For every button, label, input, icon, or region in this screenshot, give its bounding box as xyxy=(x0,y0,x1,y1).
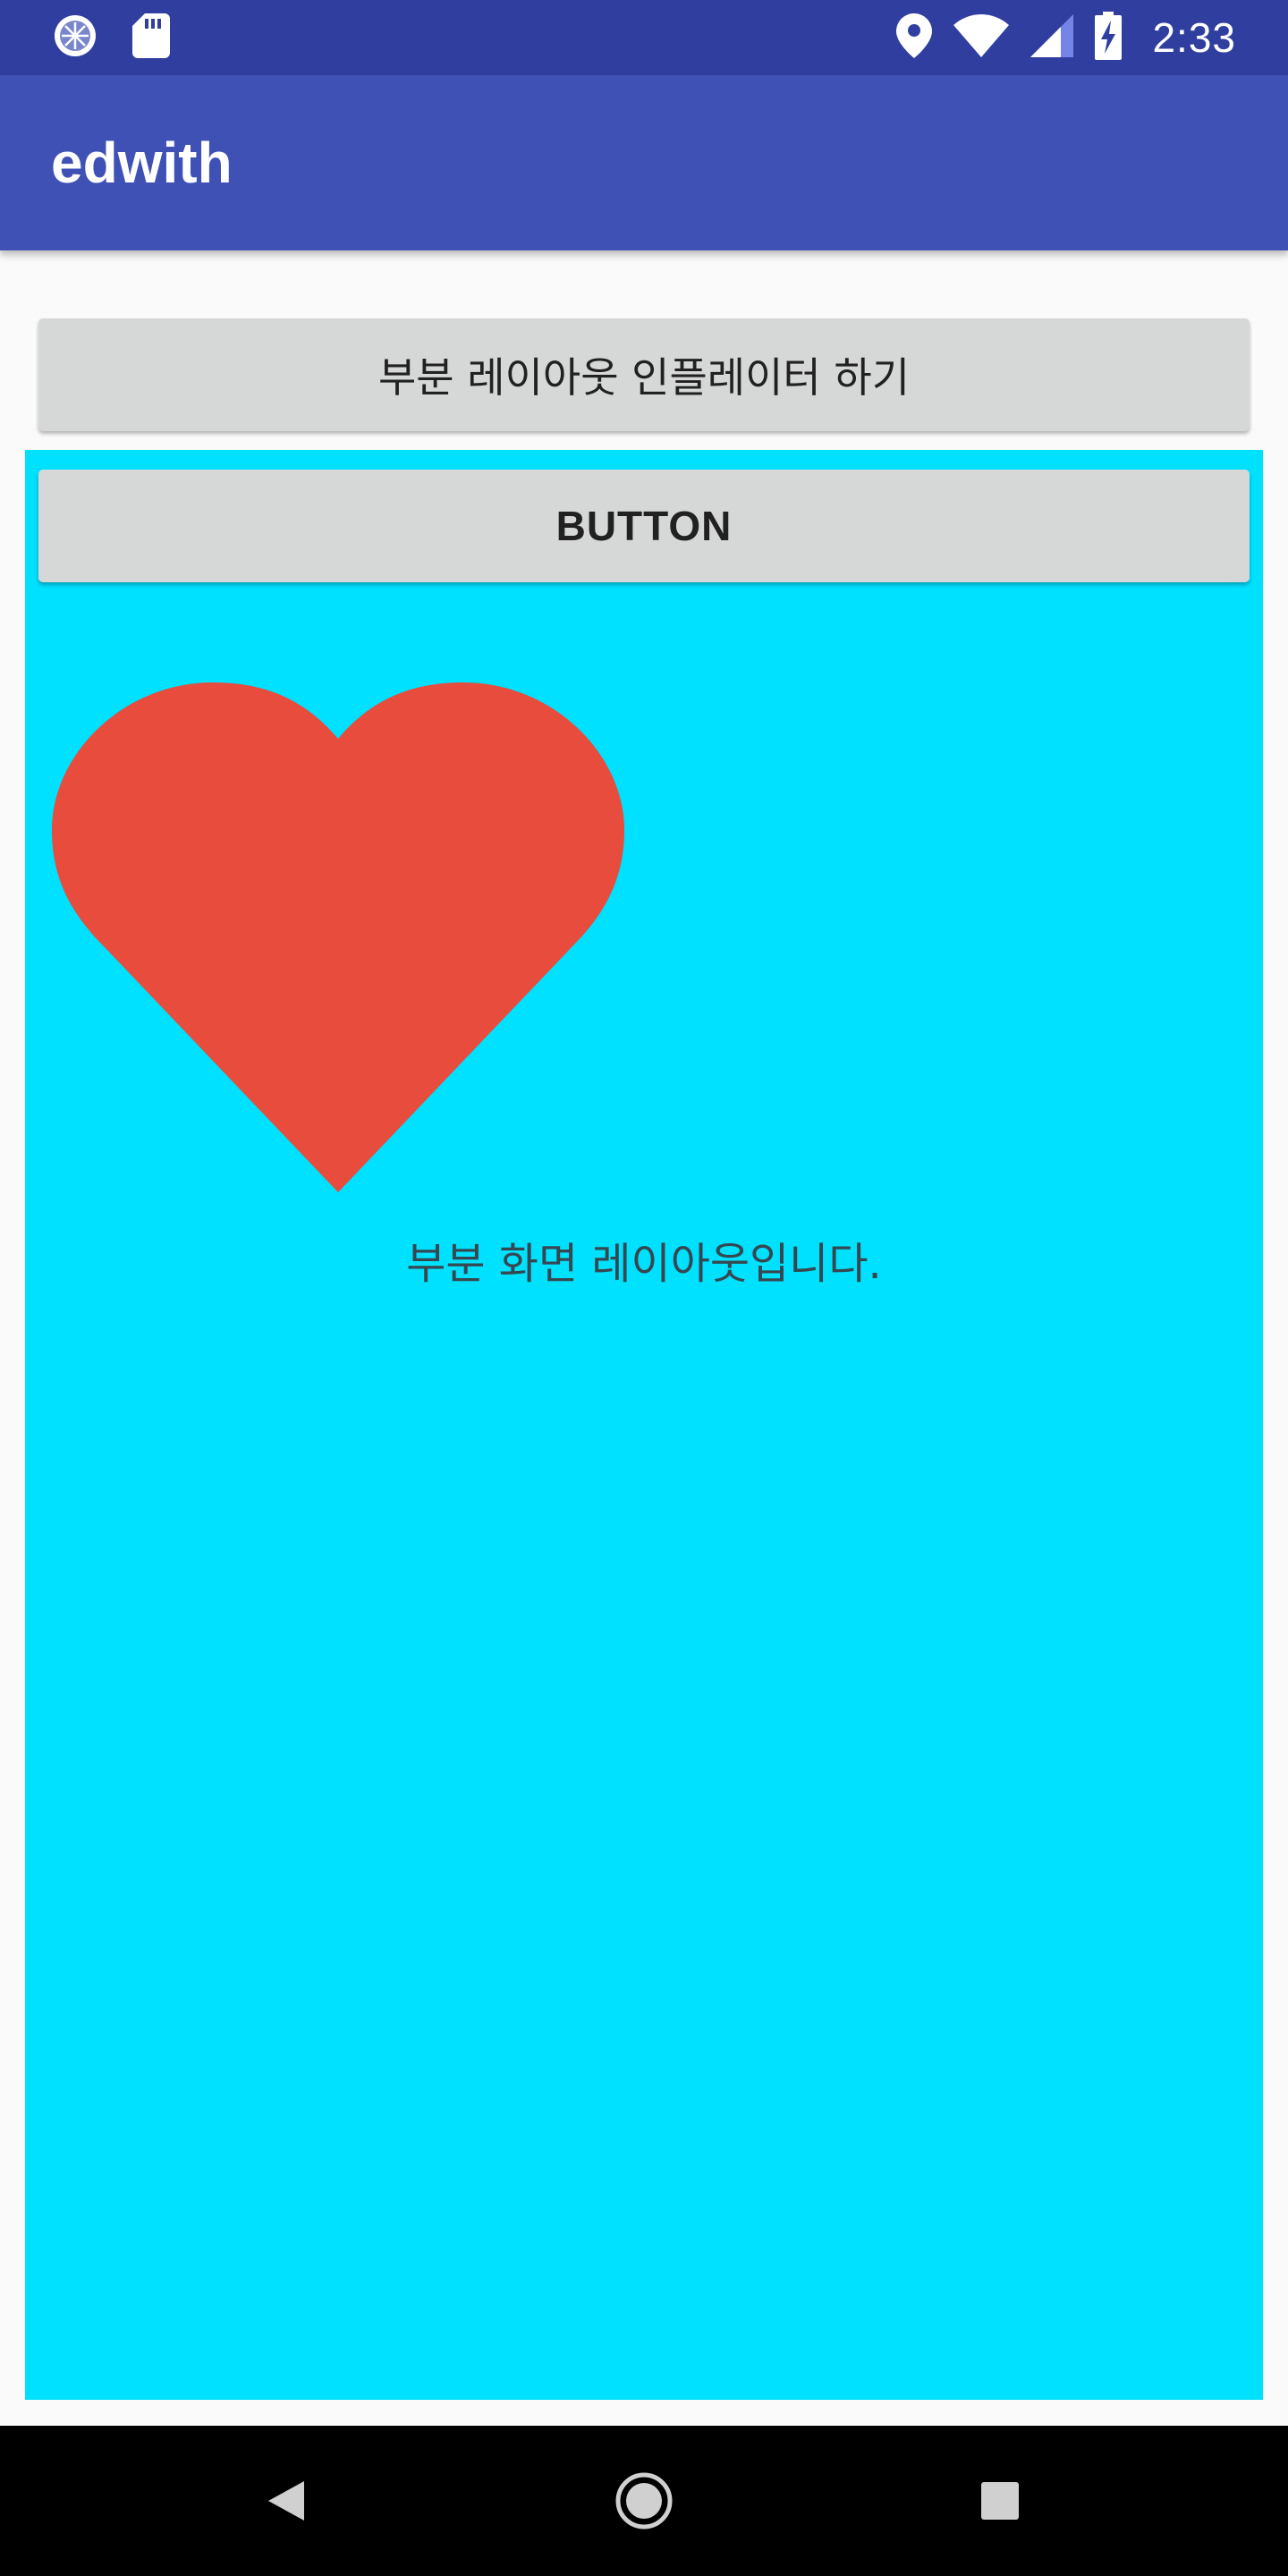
sd-card-icon xyxy=(132,13,170,62)
home-icon[interactable] xyxy=(608,2426,680,2576)
inflate-layout-button-label: 부분 레이아웃 인플레이터 하기 xyxy=(377,353,911,402)
sync-icon xyxy=(52,13,98,63)
wifi-icon xyxy=(953,14,1010,61)
signal-icon xyxy=(1030,14,1074,61)
partial-layout-container: BUTTON 부분 화면 레이아웃입니다. xyxy=(25,450,1263,2400)
inflate-layout-button[interactable]: 부분 레이아웃 인플레이터 하기 xyxy=(38,318,1250,431)
app-bar: edwith xyxy=(0,75,1288,250)
heart-icon xyxy=(52,674,624,1201)
partial-layout-text: 부분 화면 레이아웃입니다. xyxy=(406,1239,882,1289)
status-time: 2:33 xyxy=(1152,14,1236,61)
navigation-bar xyxy=(0,2426,1288,2576)
partial-button-label: BUTTON xyxy=(555,503,733,549)
app-screen: 2:33 edwith 부분 레이아웃 인플레이터 하기 BUTTON 부분 화… xyxy=(0,0,1288,2576)
status-bar-right: 2:33 xyxy=(896,0,1236,75)
battery-charging-icon xyxy=(1095,12,1123,64)
location-icon xyxy=(896,13,933,62)
recents-icon[interactable] xyxy=(964,2426,1036,2576)
app-title: edwith xyxy=(51,131,233,195)
status-bar: 2:33 xyxy=(0,0,1288,75)
partial-button[interactable]: BUTTON xyxy=(38,470,1250,582)
back-icon[interactable] xyxy=(250,2426,322,2576)
status-bar-left xyxy=(52,0,170,75)
